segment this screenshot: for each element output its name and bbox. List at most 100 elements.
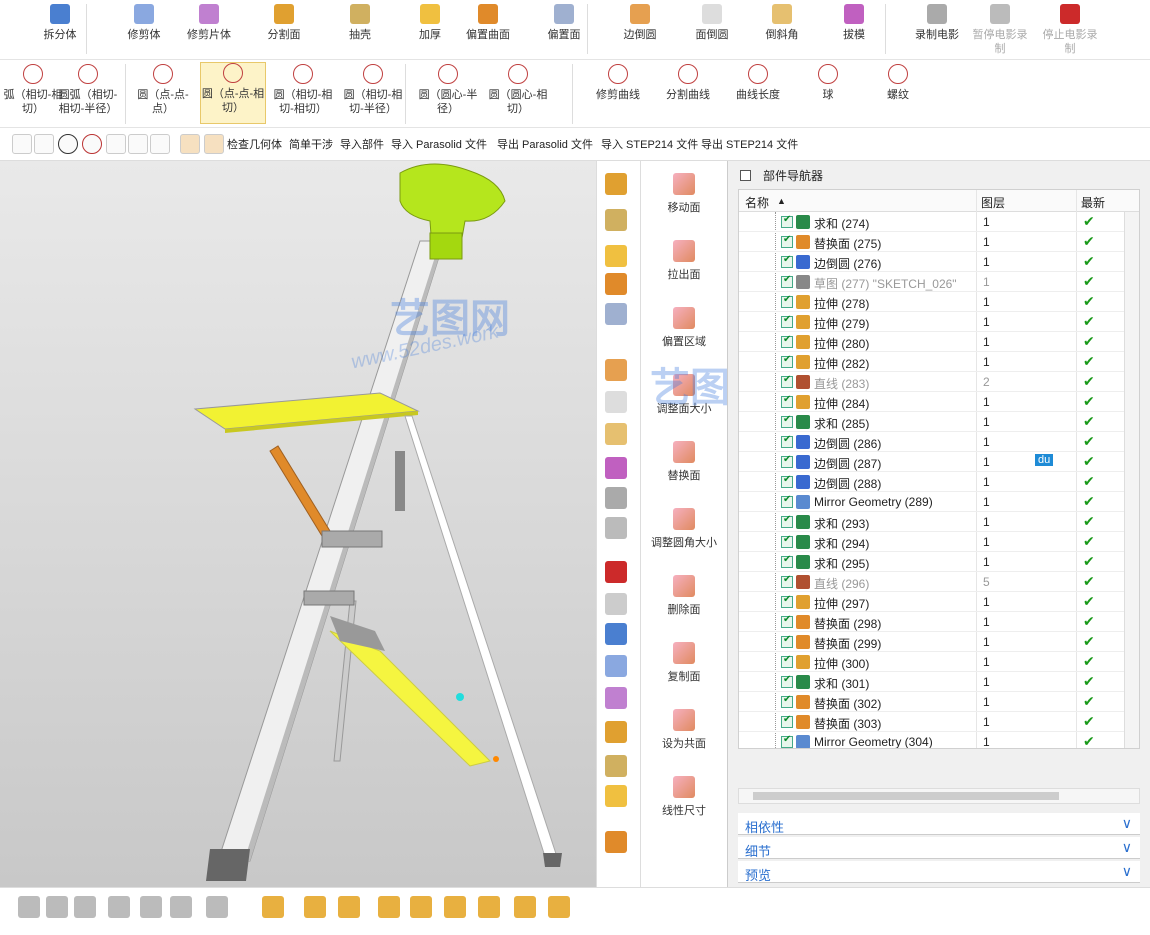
quick-cmd-3[interactable]: 导入 Parasolid 文件	[391, 136, 487, 152]
bottom-icon-8[interactable]	[304, 896, 326, 918]
curve-button-6[interactable]: 圆（圆心-半径）	[415, 64, 481, 116]
curve-button-5[interactable]: 圆（相切-相切-半径）	[340, 64, 406, 116]
visibility-checkbox[interactable]	[781, 214, 793, 228]
side-icon-16[interactable]	[605, 721, 627, 743]
panel-2[interactable]: 预览 ∨	[738, 861, 1140, 883]
visibility-checkbox[interactable]	[781, 314, 793, 328]
visibility-checkbox[interactable]	[781, 534, 793, 548]
quick-cmd-2[interactable]: 导入部件	[340, 136, 384, 152]
ribbon-button-13[interactable]: 暂停电影录制	[968, 4, 1032, 56]
side-icon-17[interactable]	[605, 755, 627, 777]
face-snap-icon[interactable]	[150, 134, 170, 154]
visibility-checkbox[interactable]	[781, 454, 793, 468]
tree-row[interactable]: 替换面 (303) 1 ✔	[739, 712, 1124, 732]
visibility-checkbox[interactable]	[781, 254, 793, 268]
bottom-icon-7[interactable]	[262, 896, 284, 918]
curve-button-11[interactable]: 球	[795, 64, 861, 102]
bottom-icon-10[interactable]	[378, 896, 400, 918]
tree-row[interactable]: 边倒圆 (276) 1 ✔	[739, 252, 1124, 272]
curve-button-12[interactable]: 螺纹	[865, 64, 931, 102]
tree-row[interactable]: 求和 (274) 1 ✔	[739, 212, 1124, 232]
bottom-icon-6[interactable]	[206, 896, 228, 918]
col-name[interactable]: 名称	[745, 194, 769, 211]
bottom-icon-4[interactable]	[140, 896, 162, 918]
quick-cmd-1[interactable]: 简单干涉	[289, 136, 333, 152]
tree-row[interactable]: 拉伸 (282) 1 ✔	[739, 352, 1124, 372]
side-icon-9[interactable]	[605, 487, 627, 509]
tree-row[interactable]: 拉伸 (297) 1 ✔	[739, 592, 1124, 612]
tree-row[interactable]: 求和 (295) 1 ✔	[739, 552, 1124, 572]
navigator-tree[interactable]: 名称 ▲ 图层 最新 求和 (274)1✔替换面 (275)1✔边倒圆 (276…	[738, 189, 1140, 749]
tree-row[interactable]: 拉伸 (284) 1 ✔	[739, 392, 1124, 412]
bottom-icon-9[interactable]	[338, 896, 360, 918]
side-icon-2[interactable]	[605, 245, 627, 267]
tree-row[interactable]: 替换面 (275) 1 ✔	[739, 232, 1124, 252]
visibility-checkbox[interactable]	[781, 714, 793, 728]
normal-icon[interactable]	[34, 134, 54, 154]
visibility-checkbox[interactable]	[781, 474, 793, 488]
tree-row[interactable]: Mirror Geometry (304) 1 ✔	[739, 732, 1124, 748]
side-button-7[interactable]: 复制面	[641, 642, 727, 684]
tree-row[interactable]: 拉伸 (279) 1 ✔	[739, 312, 1124, 332]
sort-up-icon[interactable]: ▲	[777, 196, 786, 206]
tree-row[interactable]: 拉伸 (278) 1 ✔	[739, 292, 1124, 312]
side-icon-3[interactable]	[605, 273, 627, 295]
tree-row[interactable]: 求和 (301) 1 ✔	[739, 672, 1124, 692]
side-icon-7[interactable]	[605, 423, 627, 445]
side-button-9[interactable]: 线性尺寸	[641, 776, 727, 818]
ribbon-button-1[interactable]: 修剪体	[112, 4, 176, 42]
bottom-icon-5[interactable]	[170, 896, 192, 918]
bottom-icon-2[interactable]	[74, 896, 96, 918]
ribbon-button-14[interactable]: 停止电影录制	[1038, 4, 1102, 56]
side-icon-11[interactable]	[605, 561, 627, 583]
visibility-checkbox[interactable]	[781, 494, 793, 508]
visibility-checkbox[interactable]	[781, 694, 793, 708]
center-point-icon[interactable]	[58, 134, 78, 154]
side-button-4[interactable]: 替换面	[641, 441, 727, 483]
side-icon-18[interactable]	[605, 785, 627, 807]
tree-row[interactable]: 拉伸 (300) 1 ✔	[739, 652, 1124, 672]
tree-row[interactable]: 求和 (294) 1 ✔	[739, 532, 1124, 552]
crosshair-icon[interactable]	[106, 134, 126, 154]
tree-scrollbar[interactable]	[1124, 212, 1139, 748]
line-snap-icon[interactable]	[128, 134, 148, 154]
side-button-0[interactable]: 移动面	[641, 173, 727, 215]
visibility-checkbox[interactable]	[781, 354, 793, 368]
col-layer[interactable]: 图层	[981, 194, 1005, 211]
col-latest[interactable]: 最新	[1081, 194, 1105, 211]
bottom-icon-11[interactable]	[410, 896, 432, 918]
tree-row[interactable]: 直线 (283) 2 ✔	[739, 372, 1124, 392]
visibility-checkbox[interactable]	[781, 514, 793, 528]
pin-checkbox[interactable]	[740, 170, 751, 181]
side-button-2[interactable]: 偏置区域	[641, 307, 727, 349]
side-icon-13[interactable]	[605, 623, 627, 645]
side-button-6[interactable]: 删除面	[641, 575, 727, 617]
side-icon-12[interactable]	[605, 593, 627, 615]
bottom-icon-12[interactable]	[444, 896, 466, 918]
panel-1[interactable]: 细节 ∨	[738, 837, 1140, 859]
visibility-checkbox[interactable]	[781, 274, 793, 288]
layer-edit-badge[interactable]: du	[1035, 454, 1054, 466]
bottom-icon-14[interactable]	[514, 896, 536, 918]
side-icon-1[interactable]	[605, 209, 627, 231]
ribbon-button-11[interactable]: 拔模	[822, 4, 886, 42]
quick-cmd-0[interactable]: 检查几何体	[227, 136, 282, 152]
visibility-checkbox[interactable]	[781, 734, 793, 748]
ribbon-button-4[interactable]: 抽壳	[328, 4, 392, 42]
quick-cmd-5[interactable]: 导入 STEP214 文件	[601, 136, 698, 152]
side-button-1[interactable]: 拉出面	[641, 240, 727, 282]
visibility-checkbox[interactable]	[781, 294, 793, 308]
tree-row[interactable]: Mirror Geometry (289) 1 ✔	[739, 492, 1124, 512]
ribbon-button-12[interactable]: 录制电影	[905, 4, 969, 42]
circle-snap-icon[interactable]	[82, 134, 102, 154]
tree-row[interactable]: 替换面 (298) 1 ✔	[739, 612, 1124, 632]
visibility-checkbox[interactable]	[781, 654, 793, 668]
bottom-icon-0[interactable]	[18, 896, 40, 918]
visibility-checkbox[interactable]	[781, 234, 793, 248]
side-button-5[interactable]: 调整圆角大小	[641, 508, 727, 550]
visibility-checkbox[interactable]	[781, 554, 793, 568]
quick-cmd-4[interactable]: 导出 Parasolid 文件	[497, 136, 593, 152]
quick-cmd-6[interactable]: 导出 STEP214 文件	[701, 136, 798, 152]
tree-row[interactable]: 替换面 (302) 1 ✔	[739, 692, 1124, 712]
visibility-checkbox[interactable]	[781, 434, 793, 448]
